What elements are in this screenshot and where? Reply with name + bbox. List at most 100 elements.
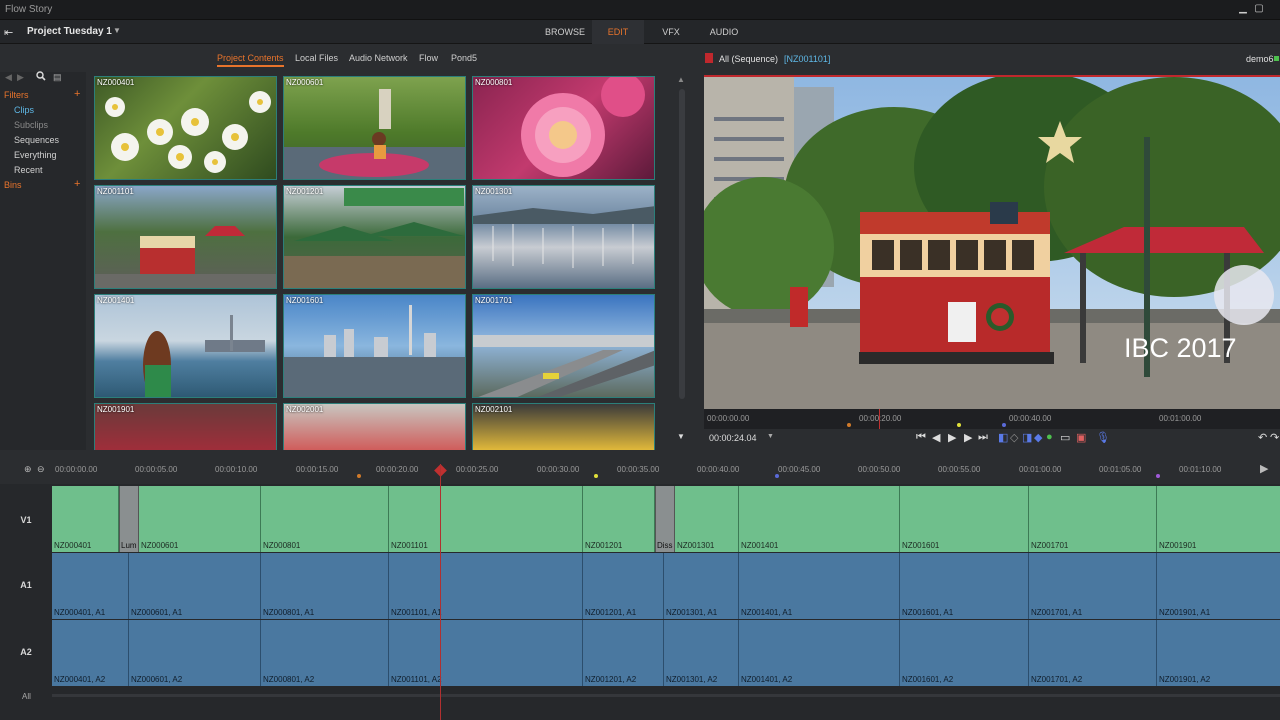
viewer-playhead[interactable] [879,409,880,429]
zoom-out-icon[interactable]: ⊖ [37,464,45,475]
tab-audio-network[interactable]: Audio Network [349,51,408,67]
tab-local-files[interactable]: Local Files [295,51,338,67]
step-back-icon[interactable]: ◀ [932,431,940,444]
clip-thumbnail[interactable]: NZ002001 [283,403,466,450]
clear-marks-icon[interactable]: ◇ [1010,431,1018,444]
filter-recent[interactable]: Recent [14,165,43,175]
audio-clip[interactable]: NZ000801, A2 [261,620,389,686]
audio-clip[interactable]: NZ001301, A1 [664,553,739,619]
transition[interactable]: Lum [119,486,139,552]
tab-flow[interactable]: Flow [419,51,438,67]
timecode[interactable]: 00:00:24.04 [709,433,757,443]
video-clip[interactable]: NZ000401 [52,486,119,552]
clip-thumbnail[interactable]: NZ001401 [94,294,277,398]
zoom-in-icon[interactable]: ⊕ [24,464,32,475]
clip-thumbnail[interactable]: NZ002101 [472,403,655,450]
scroll-down-icon[interactable]: ▼ [677,432,685,441]
marker[interactable] [847,423,851,427]
go-to-end-icon[interactable]: ⏭ [978,431,988,444]
viewer-title[interactable]: All (Sequence) [719,54,778,64]
project-name[interactable]: Project Tuesday 1 [27,26,112,37]
overlay-toggle-icon[interactable]: ▣ [1076,431,1086,444]
filter-clips[interactable]: Clips [14,105,34,115]
scrollbar-thumb[interactable] [679,89,685,399]
mark-out-icon[interactable]: ◨ [1022,431,1032,444]
audio-clip[interactable]: NZ001101, A1 [389,553,583,619]
tab-edit[interactable]: EDIT [592,20,644,44]
audio-clip[interactable]: NZ000601, A1 [129,553,261,619]
video-clip[interactable]: NZ000601 [139,486,261,552]
play-icon[interactable]: ▶ [948,431,956,444]
clip-thumbnail[interactable]: NZ001201 [283,185,466,289]
chevron-down-icon[interactable]: ▼ [113,26,121,35]
audio-clip[interactable]: NZ000801, A1 [261,553,389,619]
audio-clip[interactable]: NZ001701, A2 [1029,620,1157,686]
search-icon[interactable] [36,71,46,83]
transition[interactable]: Diss [655,486,675,552]
video-clip[interactable]: NZ000801 [261,486,389,552]
video-clip[interactable]: NZ001301 [675,486,739,552]
scroll-up-icon[interactable]: ▲ [677,75,685,84]
add-filter-icon[interactable]: + [74,88,80,100]
maximize-icon[interactable]: ▢ [1252,2,1266,16]
go-to-start-icon[interactable]: ⏮ [916,431,926,444]
clip-thumbnail[interactable]: NZ000401 [94,76,277,180]
tab-pond5[interactable]: Pond5 [451,51,477,67]
clip-thumbnail[interactable]: NZ000801 [472,76,655,180]
filter-sequences[interactable]: Sequences [14,135,59,145]
microphone-icon[interactable]: 🎙 [1096,431,1110,444]
marker[interactable] [357,474,361,478]
marker[interactable] [1002,423,1006,427]
minimize-icon[interactable]: ▁ [1236,2,1250,16]
tab-browse[interactable]: BROWSE [539,20,591,44]
track-label-a2[interactable]: A2 [0,647,52,657]
scroll-right-icon[interactable]: ▶ [1260,462,1268,475]
video-clip[interactable]: NZ001101 [389,486,583,552]
marker[interactable] [1156,474,1160,478]
clip-thumbnail[interactable]: NZ001901 [94,403,277,450]
track-filter-all[interactable]: All [22,692,31,701]
video-clip[interactable]: NZ001901 [1157,486,1280,552]
video-clip[interactable]: NZ001401 [739,486,900,552]
undo-icon[interactable]: ↶ [1258,431,1267,444]
mark-in-icon[interactable]: ◧ [998,431,1008,444]
clip-thumbnail[interactable]: NZ001301 [472,185,655,289]
marker[interactable] [594,474,598,478]
clip-thumbnail[interactable]: NZ001701 [472,294,655,398]
audio-clip[interactable]: NZ001301, A2 [664,620,739,686]
audio-clip[interactable]: NZ001901, A2 [1157,620,1280,686]
back-icon[interactable]: ◀ [5,72,12,83]
audio-clip[interactable]: NZ001101, A2 [389,620,583,686]
tab-audio[interactable]: AUDIO [698,20,750,44]
safe-area-icon[interactable]: ▭ [1060,431,1070,444]
filters-heading[interactable]: Filters [4,90,29,100]
list-view-icon[interactable]: ▤ [53,72,62,83]
redo-icon[interactable]: ↷ [1270,431,1279,444]
video-clip[interactable]: NZ001701 [1029,486,1157,552]
step-forward-icon[interactable]: ▶ [964,431,972,444]
timeline-ruler[interactable]: ⊕ ⊖ 00:00:00.00 00:00:05.00 00:00:10.00 … [0,456,1280,484]
timeline-scrollbar[interactable] [52,694,1280,697]
video-clip[interactable]: NZ001201 [583,486,655,552]
audio-clip[interactable]: NZ001601, A1 [900,553,1029,619]
audio-clip[interactable]: NZ001601, A2 [900,620,1029,686]
audio-clip[interactable]: NZ001201, A1 [583,553,664,619]
add-bin-icon[interactable]: + [74,178,80,190]
audio-clip[interactable]: NZ001201, A2 [583,620,664,686]
audio-clip[interactable]: NZ001401, A2 [739,620,900,686]
video-frame[interactable]: IBC 2017 [704,75,1280,409]
video-clip[interactable]: NZ001601 [900,486,1029,552]
marker[interactable] [775,474,779,478]
grid-scrollbar[interactable]: ▲ ▼ [677,75,687,450]
audio-clip[interactable]: NZ001701, A1 [1029,553,1157,619]
viewer-ruler[interactable]: 00:00:00.00 00:00:20.00 00:00:40.00 00:0… [704,409,1280,429]
audio-clip[interactable]: NZ001901, A1 [1157,553,1280,619]
audio-clip[interactable]: NZ000601, A2 [129,620,261,686]
timeline-playhead[interactable] [440,464,441,720]
audio-clip[interactable]: NZ001401, A1 [739,553,900,619]
bins-heading[interactable]: Bins [4,180,22,190]
chevron-down-icon[interactable]: ▼ [767,433,774,440]
clip-thumbnail[interactable]: NZ001101 [94,185,277,289]
filter-subclips[interactable]: Subclips [14,120,48,130]
add-marker-icon[interactable]: ◆ [1034,431,1042,444]
